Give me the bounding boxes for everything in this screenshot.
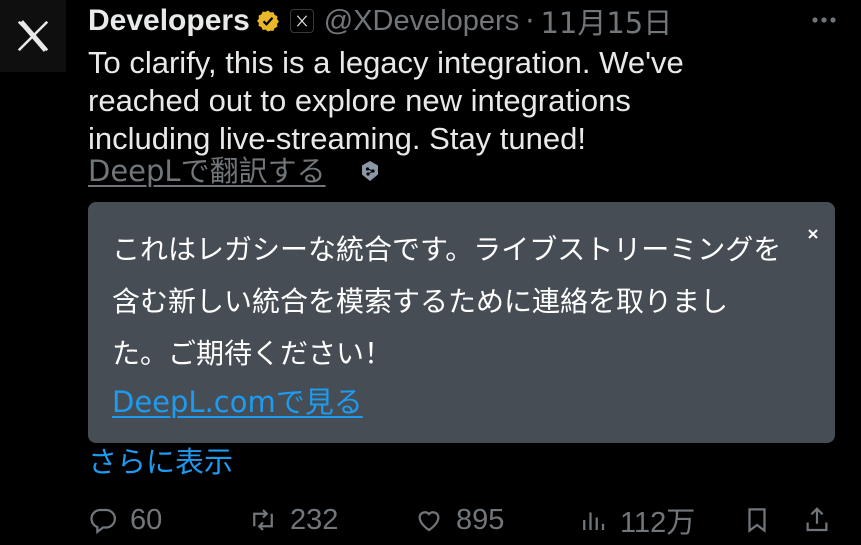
tweet-text: To clarify, this is a legacy integration… [88, 45, 684, 156]
analytics-icon [578, 505, 608, 535]
verified-badge-icon[interactable] [256, 9, 280, 33]
reply-button[interactable]: 60 [88, 500, 162, 540]
tweet-header: Developers @XDevelopers · 11月15日 [88, 2, 672, 40]
user-handle[interactable]: @XDevelopers [324, 5, 519, 38]
like-count: 895 [456, 503, 505, 536]
more-horizontal-icon [812, 17, 836, 23]
translation-text: これはレガシーな統合です。ライブストリーミングを 含む新しい統合を模索するために… [112, 233, 782, 370]
reply-count: 60 [130, 503, 163, 536]
share-icon [802, 505, 832, 535]
share-button[interactable] [802, 500, 832, 540]
show-more-link[interactable]: さらに表示 [88, 442, 233, 482]
retweet-icon [248, 505, 278, 535]
views-button[interactable]: 112万 [578, 500, 695, 540]
more-options-button[interactable] [808, 8, 840, 32]
heart-icon [414, 505, 444, 535]
separator-dot: · [525, 4, 535, 38]
affiliation-badge-icon[interactable] [289, 9, 314, 33]
view-on-deepl-link[interactable]: DeepL.comで見る [112, 382, 363, 422]
bookmark-icon [742, 505, 772, 535]
retweet-count: 232 [290, 503, 339, 536]
close-popup-button[interactable] [803, 224, 823, 244]
retweet-button[interactable]: 232 [248, 500, 338, 540]
avatar[interactable] [0, 0, 66, 72]
display-name[interactable]: Developers [88, 4, 250, 38]
reply-icon [88, 505, 118, 535]
bookmark-button[interactable] [742, 500, 772, 540]
close-icon [808, 229, 818, 239]
tweet-actions-bar: 60 232 895 112万 [88, 500, 838, 540]
tweet-date[interactable]: 11月15日 [540, 0, 672, 42]
translation-popup: これはレガシーな統合です。ライブストリーミングを 含む新しい統合を模索するために… [88, 202, 835, 443]
views-count: 112万 [620, 507, 696, 539]
like-button[interactable]: 895 [414, 500, 504, 540]
translate-with-deepl-link[interactable]: DeepLで翻訳する [88, 152, 326, 190]
x-logo-icon [17, 20, 49, 52]
deepl-icon [362, 161, 378, 181]
